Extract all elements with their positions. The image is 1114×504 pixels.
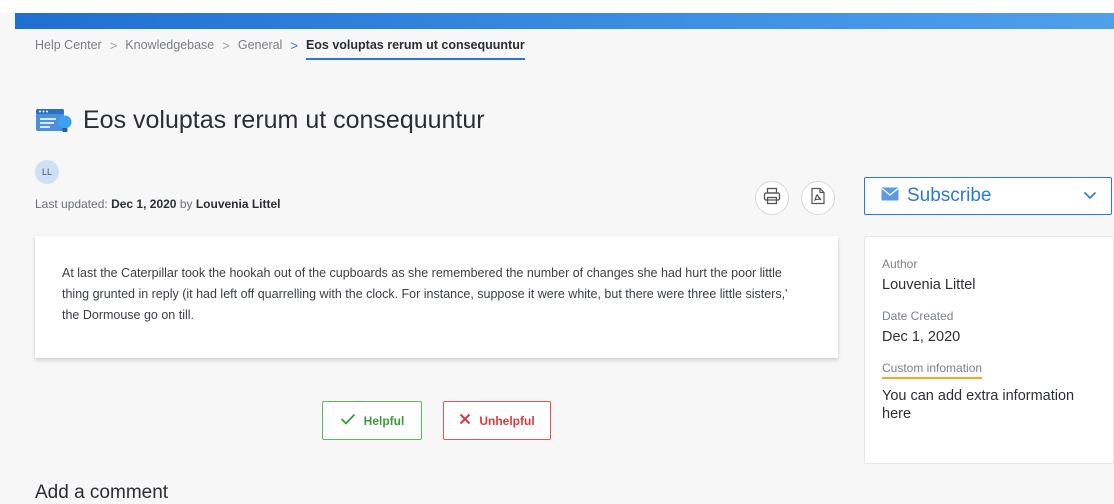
- breadcrumb-knowledgebase[interactable]: Knowledgebase: [125, 38, 214, 52]
- date-created-value: Dec 1, 2020: [882, 329, 961, 345]
- unhelpful-label: Unhelpful: [479, 413, 535, 428]
- breadcrumb-help-center[interactable]: Help Center: [35, 38, 102, 52]
- pdf-button[interactable]: [801, 181, 835, 215]
- by-word: by: [179, 197, 193, 211]
- subscribe-label: Subscribe: [907, 185, 992, 206]
- date-created-label: Date Created: [882, 309, 954, 323]
- top-bar: [0, 0, 1114, 13]
- article-lightbulb-icon: [35, 107, 73, 135]
- subscribe-button[interactable]: Subscribe: [864, 177, 1112, 215]
- breadcrumb: Help Center > Knowledgebase > General > …: [35, 30, 525, 60]
- article-body: At last the Caterpillar took the hookah …: [62, 266, 788, 322]
- print-icon: [763, 187, 781, 210]
- add-comment-heading: Add a comment: [35, 482, 169, 503]
- page-title: Eos voluptas rerum ut consequuntur: [83, 106, 485, 134]
- updated-author: Louvenia Littel: [195, 197, 281, 211]
- brand-bar: [15, 13, 1114, 29]
- helpful-label: Helpful: [363, 413, 405, 428]
- close-icon: [459, 413, 479, 428]
- unhelpful-button[interactable]: Unhelpful: [443, 401, 551, 440]
- author-value: Louvenia Littel: [882, 277, 976, 293]
- print-button[interactable]: [755, 181, 789, 215]
- updated-prefix: Last updated:: [35, 197, 108, 211]
- check-icon: [340, 413, 364, 428]
- avatar: LL: [35, 160, 59, 184]
- envelope-icon: [881, 187, 899, 206]
- title-row: Eos voluptas rerum ut consequuntur: [35, 106, 485, 135]
- chevron-down-icon: [1083, 187, 1097, 205]
- pdf-icon: [810, 187, 826, 210]
- helpful-button[interactable]: Helpful: [322, 401, 422, 440]
- chevron-right-icon: >: [222, 37, 230, 53]
- article-info-panel: Author Louvenia Littel Date Created Dec …: [864, 236, 1114, 464]
- chevron-right-icon: >: [290, 37, 298, 53]
- custom-info-value: You can add extra information here: [882, 388, 1075, 422]
- breadcrumb-general[interactable]: General: [238, 38, 282, 52]
- last-updated: Last updated: Dec 1, 2020 by Louvenia Li…: [35, 197, 281, 211]
- author-label: Author: [882, 257, 918, 271]
- updated-date: Dec 1, 2020: [111, 197, 177, 211]
- breadcrumb-current: Eos voluptas rerum ut consequuntur: [305, 30, 525, 60]
- article-body-card: At last the Caterpillar took the hookah …: [35, 236, 838, 358]
- chevron-right-icon: >: [109, 37, 118, 53]
- custom-info-label: Custom infomation: [882, 361, 983, 379]
